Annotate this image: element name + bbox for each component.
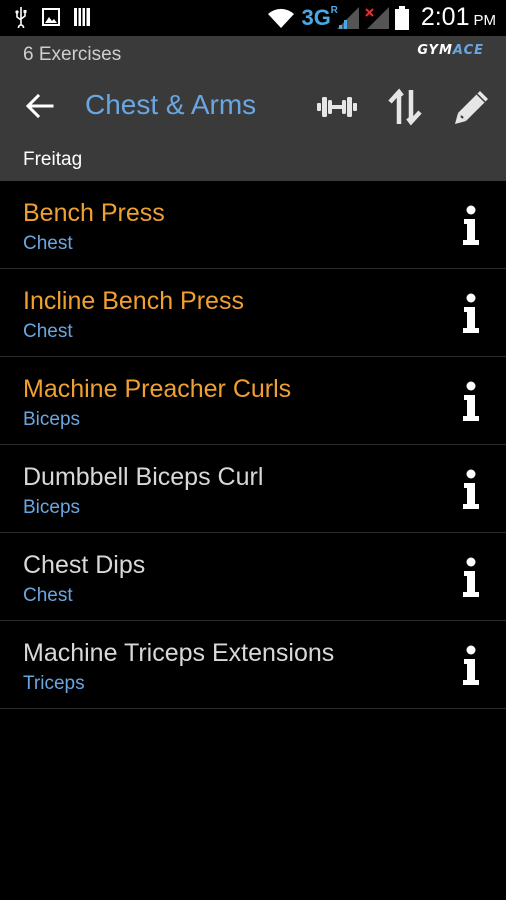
list-item[interactable]: Bench Press Chest (0, 181, 506, 269)
list-item[interactable]: Incline Bench Press Chest (0, 269, 506, 357)
app-logo: GYMACE (417, 43, 484, 58)
muscle-group: Biceps (23, 497, 81, 518)
exercise-name: Machine Triceps Extensions (23, 639, 335, 667)
muscle-group: Chest (23, 321, 73, 342)
signal-icon (336, 6, 359, 29)
wifi-icon (268, 8, 295, 28)
back-button[interactable] (22, 88, 58, 124)
network-type: 3G R (301, 4, 338, 30)
muscle-group: Chest (23, 233, 73, 254)
info-icon[interactable] (460, 205, 482, 245)
list-item[interactable]: Dumbbell Biceps Curl Biceps (0, 445, 506, 533)
muscle-group: Biceps (23, 409, 81, 430)
info-icon[interactable] (460, 645, 482, 685)
image-icon (42, 8, 60, 26)
workout-button[interactable] (316, 86, 358, 128)
info-icon[interactable] (460, 557, 482, 597)
exercise-name: Dumbbell Biceps Curl (23, 463, 264, 491)
signal-no-sim-icon (365, 6, 389, 29)
exercise-count: 6 Exercises (23, 44, 122, 65)
exercise-name: Incline Bench Press (23, 287, 244, 315)
notification-icons (14, 6, 90, 28)
arrow-left-icon (25, 93, 54, 119)
status-bar: 3G R 2:01 PM (0, 0, 506, 36)
battery-icon (394, 5, 409, 30)
usb-icon (15, 7, 27, 28)
sort-button[interactable] (384, 86, 426, 128)
system-icons: 3G R 2:01 PM (267, 3, 496, 32)
day-label: Freitag (23, 149, 83, 170)
pencil-icon (455, 91, 488, 124)
action-bar: 6 Exercises GYMACE Chest & Arms Freitag (0, 36, 506, 181)
dumbbell-icon (317, 97, 357, 117)
info-icon[interactable] (460, 293, 482, 333)
clock: 2:01 PM (420, 3, 496, 31)
page-title: Chest & Arms (85, 89, 257, 120)
exercise-name: Bench Press (23, 199, 165, 227)
list-item[interactable]: Chest Dips Chest (0, 533, 506, 621)
info-icon[interactable] (460, 381, 482, 421)
sort-icon (388, 88, 422, 126)
list-item[interactable]: Machine Triceps Extensions Triceps (0, 621, 506, 709)
muscle-group: Chest (23, 585, 73, 606)
list-item[interactable]: Machine Preacher Curls Biceps (0, 357, 506, 445)
edit-button[interactable] (451, 86, 493, 128)
info-icon[interactable] (460, 469, 482, 509)
barcode-icon (74, 8, 90, 26)
muscle-group: Triceps (23, 673, 85, 694)
exercise-list: Bench Press Chest Incline Bench Press Ch… (0, 181, 506, 709)
exercise-name: Chest Dips (23, 551, 146, 579)
exercise-name: Machine Preacher Curls (23, 375, 292, 403)
